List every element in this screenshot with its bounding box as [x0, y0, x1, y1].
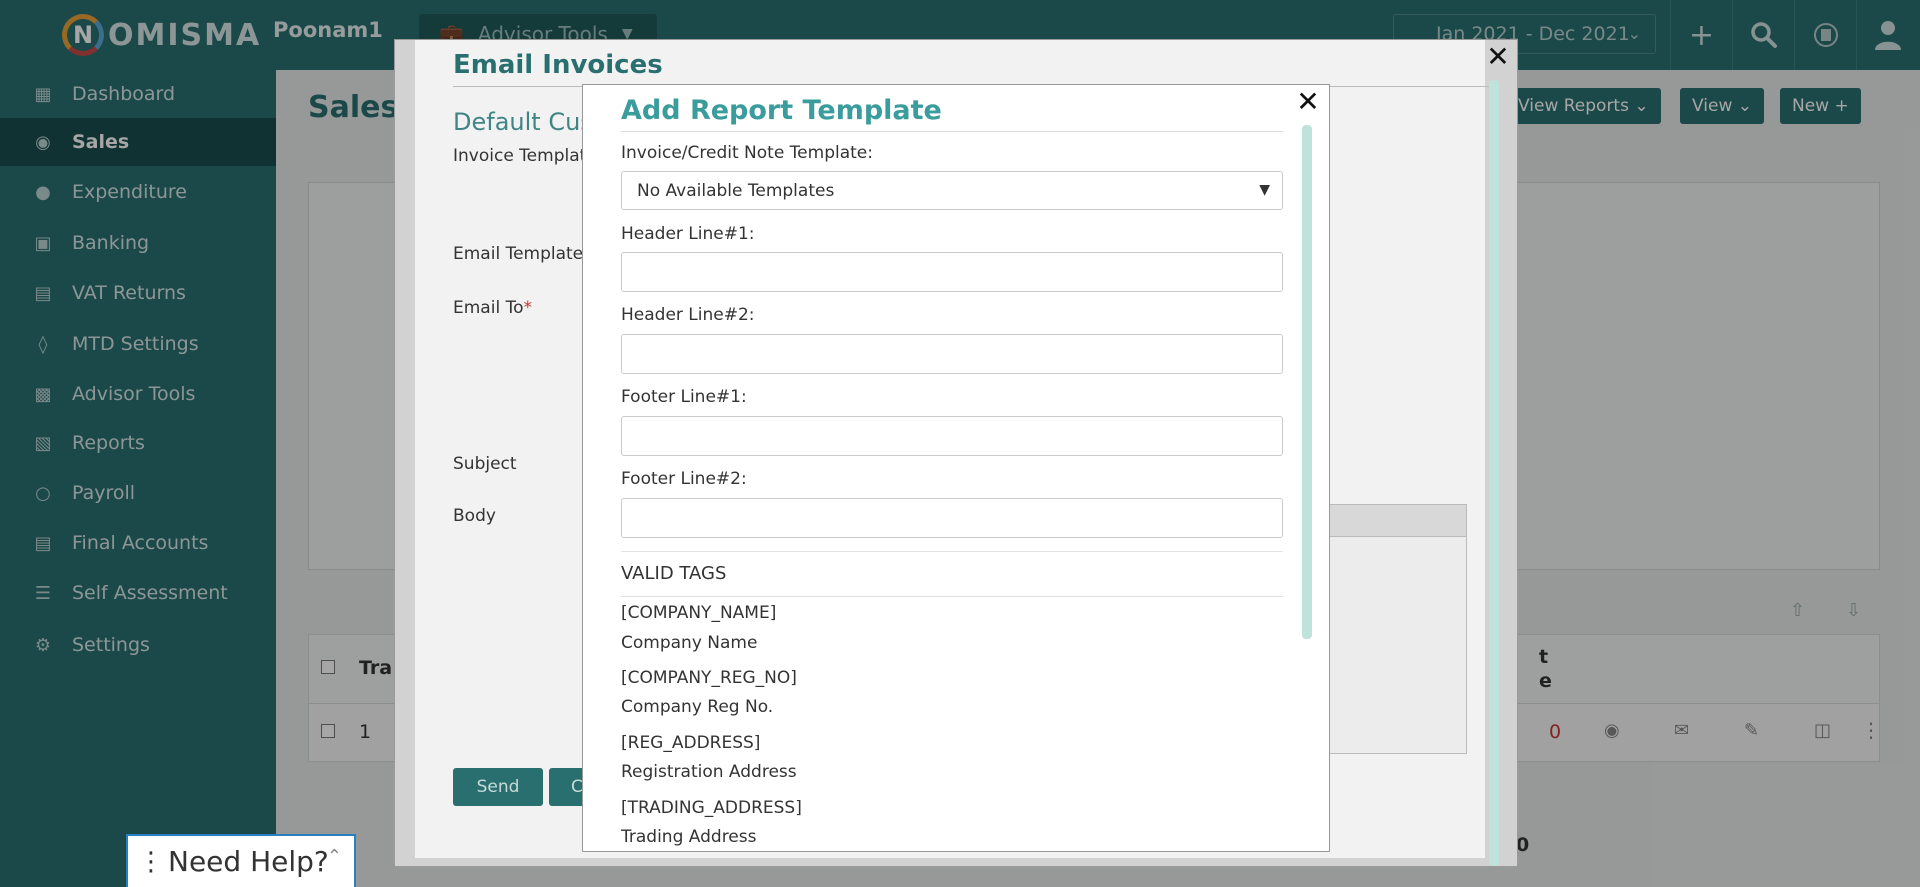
scrollbar[interactable]: [1302, 125, 1312, 639]
valid-tags-heading: VALID TAGS: [621, 563, 727, 584]
tag-description: Trading Address: [621, 827, 757, 847]
need-help-label: Need Help?: [168, 845, 329, 878]
email-invoices-title: Email Invoices: [453, 50, 663, 80]
divider: [621, 596, 1283, 597]
footer-line-2-label: Footer Line#2:: [621, 469, 747, 489]
divider: [621, 131, 1283, 132]
subject-label: Subject: [453, 454, 517, 474]
tag-description: Company Name: [621, 633, 758, 653]
close-icon[interactable]: ✕: [1295, 88, 1321, 116]
template-select-value: No Available Templates: [637, 180, 835, 201]
tag-description: Company Reg No.: [621, 697, 774, 717]
scrollbar[interactable]: [1489, 80, 1499, 866]
invoice-template-label: Invoice Template: [453, 146, 597, 166]
header-line-2-input[interactable]: [621, 334, 1283, 374]
tag-code: [COMPANY_NAME]: [621, 603, 777, 623]
footer-line-1-label: Footer Line#1:: [621, 387, 747, 407]
footer-line-2-input[interactable]: [621, 498, 1283, 538]
tag-description: Registration Address: [621, 762, 797, 782]
close-icon[interactable]: ✕: [1485, 43, 1511, 71]
chevron-down-icon: ▼: [1259, 182, 1270, 198]
header-line-2-label: Header Line#2:: [621, 305, 755, 325]
email-template-label: Email Template: [453, 244, 584, 264]
add-report-template-title: Add Report Template: [621, 95, 942, 126]
need-help-widget[interactable]: ⋮ Need Help? ⌃: [126, 834, 356, 887]
footer-line-1-input[interactable]: [621, 416, 1283, 456]
header-line-1-input[interactable]: [621, 252, 1283, 292]
chevron-up-icon[interactable]: ⌃: [327, 846, 342, 867]
required-mark: *: [523, 298, 532, 318]
send-button[interactable]: Send: [453, 768, 543, 806]
email-to-label: Email To*: [453, 298, 532, 318]
template-select-label: Invoice/Credit Note Template:: [621, 143, 873, 163]
body-label: Body: [453, 506, 496, 526]
drag-handle-icon[interactable]: ⋮: [138, 847, 164, 877]
divider: [621, 551, 1283, 552]
tag-code: [COMPANY_REG_NO]: [621, 668, 797, 688]
tag-code: [REG_ADDRESS]: [621, 733, 761, 753]
header-line-1-label: Header Line#1:: [621, 224, 755, 244]
add-report-template-modal: Add Report Template ✕ Invoice/Credit Not…: [582, 84, 1330, 852]
tag-code: [TRADING_ADDRESS]: [621, 798, 802, 818]
template-select[interactable]: No Available Templates ▼: [621, 171, 1283, 210]
email-to-text: Email To: [453, 298, 524, 318]
